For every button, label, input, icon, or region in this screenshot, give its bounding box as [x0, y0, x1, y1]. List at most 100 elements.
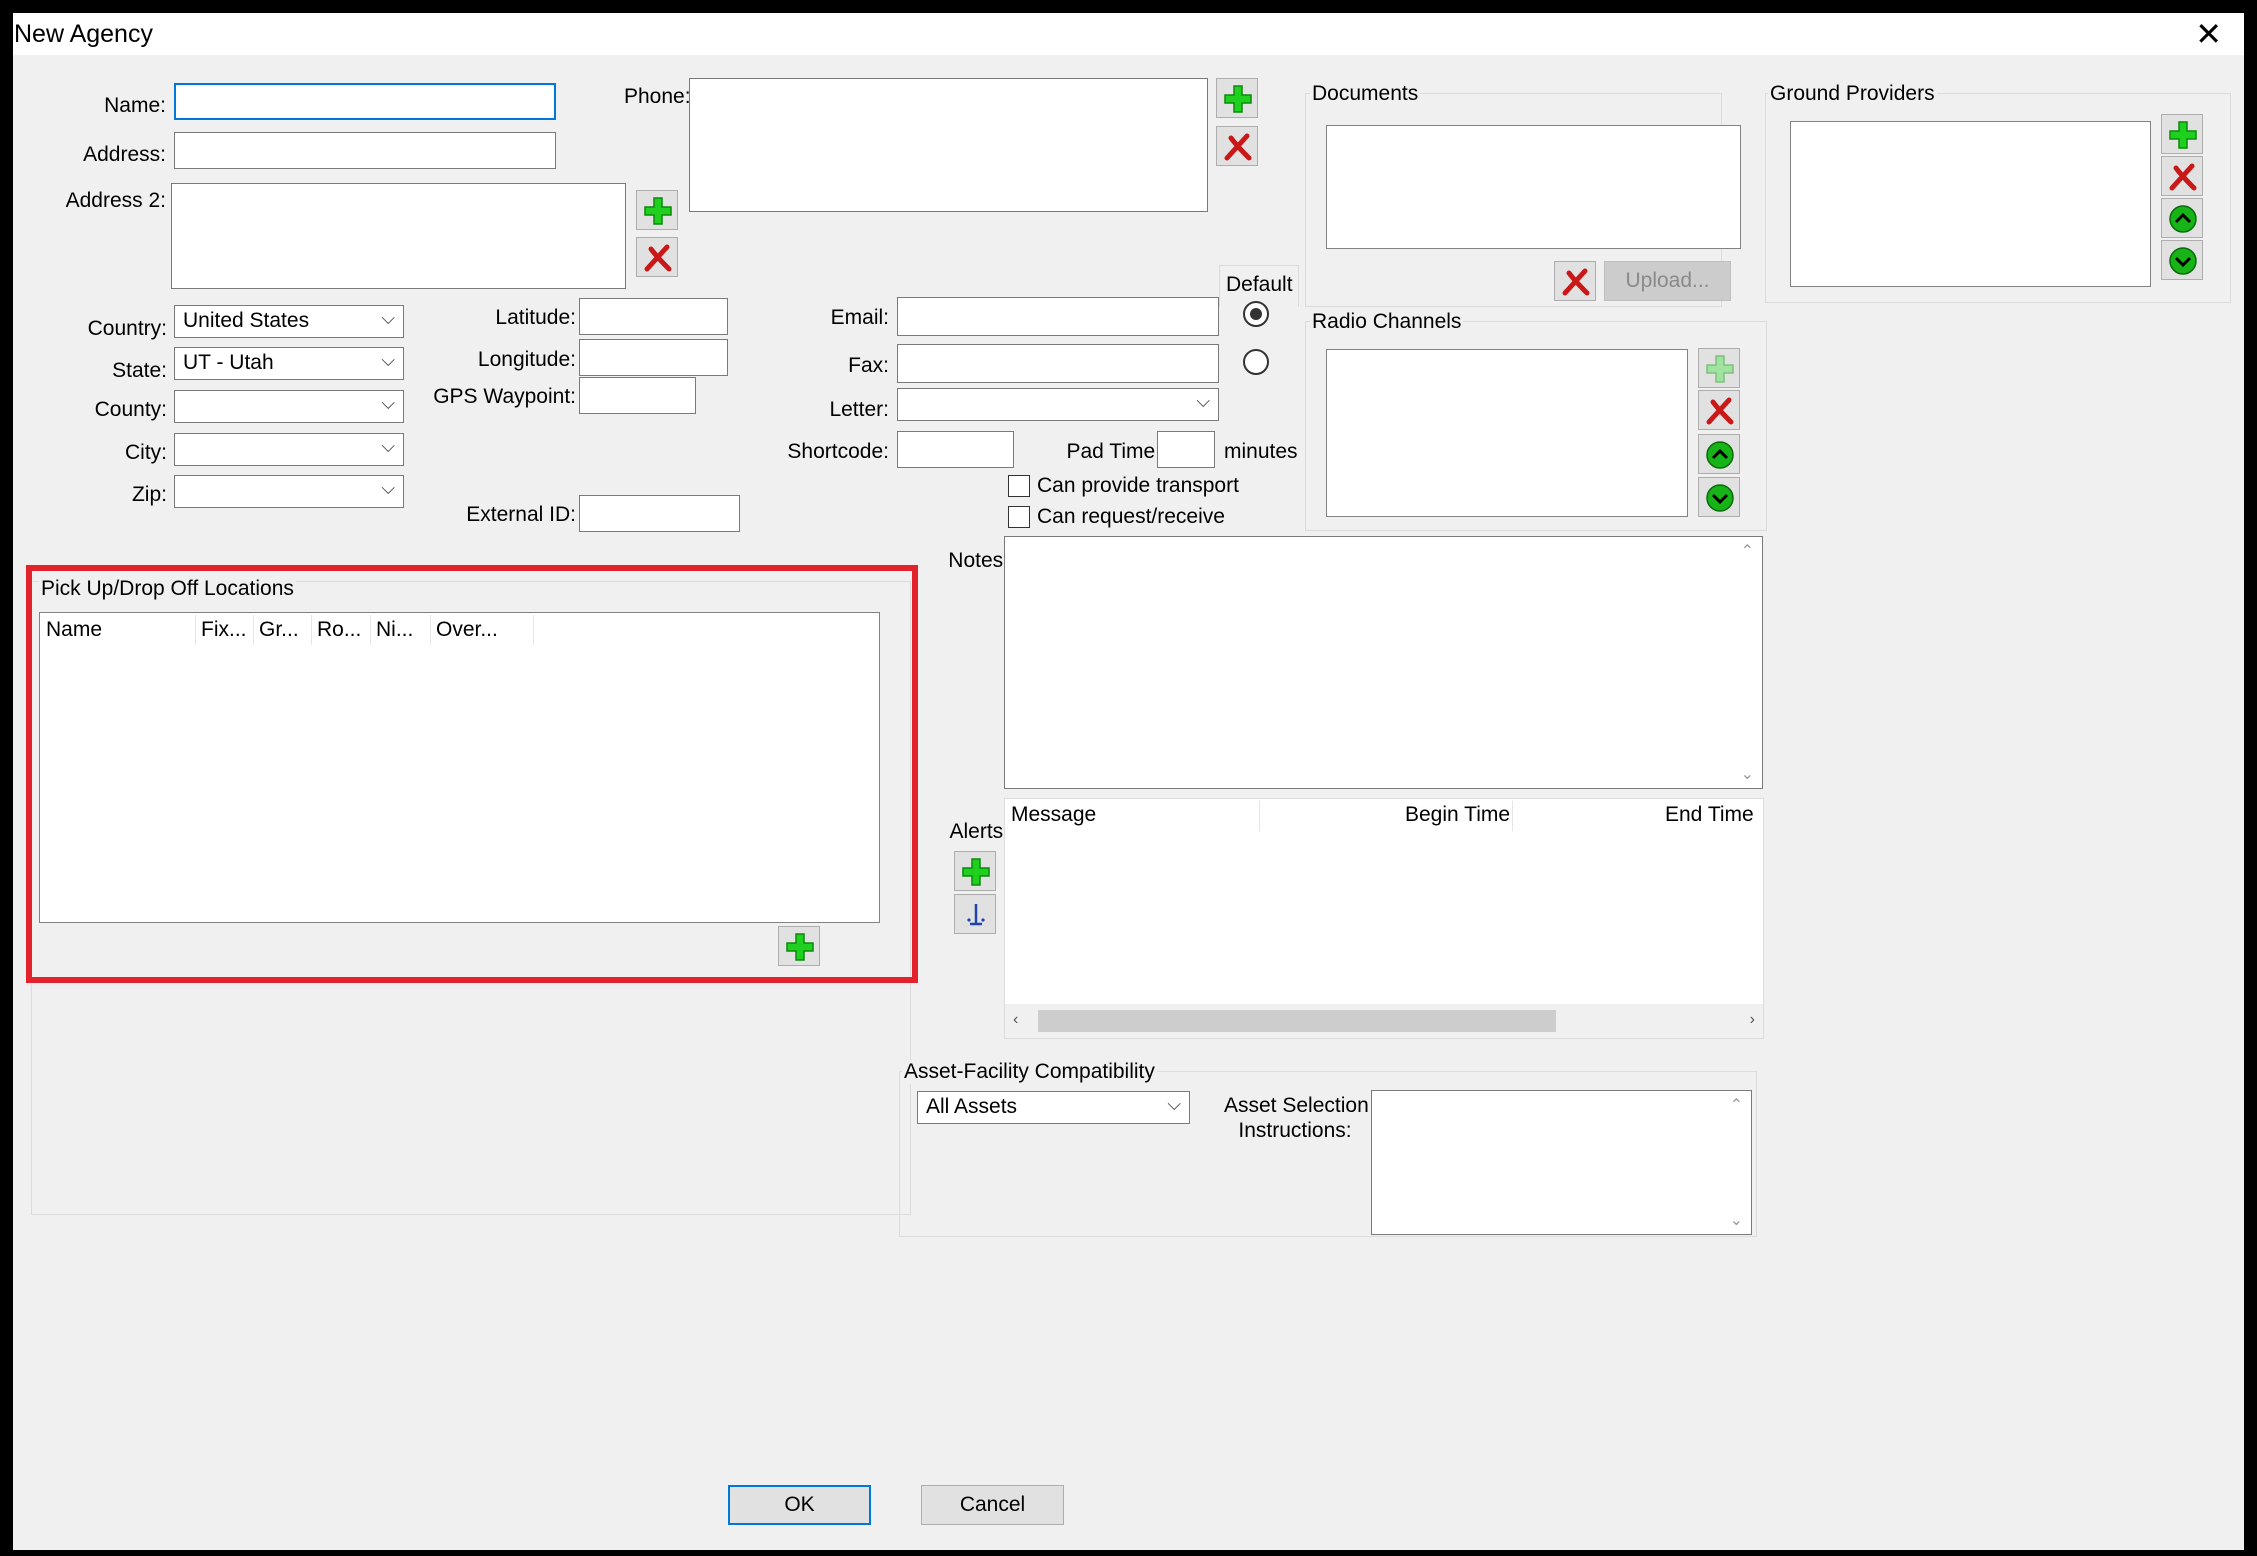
close-icon[interactable]: ✕ — [2195, 15, 2222, 53]
can-request-receive-checkbox[interactable] — [1008, 506, 1030, 528]
arrow-up-icon — [1705, 440, 1735, 470]
cancel-button[interactable]: Cancel — [921, 1485, 1064, 1525]
documents-list[interactable] — [1326, 125, 1741, 249]
phone-list[interactable] — [689, 78, 1208, 212]
asset-select[interactable]: All Assets ⌵ — [917, 1091, 1190, 1124]
window-title: New Agency — [14, 20, 153, 48]
move-down-ground-provider-button[interactable] — [2161, 240, 2203, 280]
longitude-input[interactable] — [579, 339, 728, 376]
email-input[interactable] — [897, 297, 1219, 336]
name-label: Name: — [104, 94, 166, 117]
scroll-up-icon[interactable]: ⌃ — [1730, 1095, 1743, 1115]
col-separator — [311, 615, 312, 645]
scroll-down-icon[interactable]: ⌄ — [1741, 764, 1754, 784]
chevron-down-icon: ⌵ — [381, 393, 395, 413]
col-separator — [253, 615, 254, 645]
move-up-radio-channel-button[interactable] — [1698, 434, 1740, 474]
plus-icon — [643, 196, 673, 226]
can-provide-transport-checkbox[interactable] — [1008, 475, 1030, 497]
country-value: United States — [183, 309, 310, 332]
asset-instructions-textarea[interactable]: ⌃ ⌄ — [1371, 1090, 1752, 1235]
letter-select[interactable]: ⌵ — [897, 388, 1219, 421]
alerts-col-message[interactable]: Message — [1011, 803, 1096, 827]
remove-document-button[interactable] — [1554, 261, 1596, 301]
scroll-left-icon[interactable]: ‹ — [1013, 1011, 1018, 1029]
col-separator — [533, 615, 534, 645]
can-provide-transport-label: Can provide transport — [1037, 474, 1239, 497]
pickup-col-name[interactable]: Name — [46, 618, 102, 642]
address2-label: Address 2: — [65, 189, 166, 212]
add-radio-channel-button[interactable] — [1698, 348, 1740, 388]
address2-input[interactable] — [171, 183, 626, 289]
horizontal-scrollbar[interactable]: ‹ › — [1005, 1004, 1763, 1038]
name-input[interactable] — [174, 83, 556, 120]
remove-phone-button[interactable] — [1216, 126, 1258, 166]
state-select[interactable]: UT - Utah ⌵ — [174, 347, 404, 380]
x-icon — [2168, 162, 2198, 192]
zip-select[interactable]: ⌵ — [174, 475, 404, 508]
chevron-down-icon: ⌵ — [381, 436, 395, 456]
x-icon — [1223, 132, 1253, 162]
add-address-button[interactable] — [636, 190, 678, 230]
city-select[interactable]: ⌵ — [174, 433, 404, 466]
scrollbar-thumb[interactable] — [1038, 1010, 1556, 1032]
add-phone-button[interactable] — [1216, 78, 1258, 118]
add-ground-provider-button[interactable] — [2161, 114, 2203, 154]
pickup-col-fix[interactable]: Fix... — [201, 618, 247, 642]
alerts-col-begin-time[interactable]: Begin Time — [1405, 803, 1510, 827]
col-separator — [1512, 801, 1513, 831]
scroll-down-icon[interactable]: ⌄ — [1730, 1210, 1743, 1230]
move-up-ground-provider-button[interactable] — [2161, 198, 2203, 238]
edit-alert-button[interactable] — [954, 894, 996, 934]
alerts-table[interactable]: Message Begin Time End Time ‹ › — [1004, 798, 1764, 1039]
default-email-radio[interactable] — [1243, 301, 1269, 327]
country-select[interactable]: United States ⌵ — [174, 305, 404, 338]
radio-channels-group: Radio Channels — [1305, 310, 1767, 531]
plus-icon — [961, 857, 991, 887]
plus-icon — [785, 932, 815, 962]
radio-channels-list[interactable] — [1326, 349, 1688, 517]
pickup-col-gr[interactable]: Gr... — [259, 618, 299, 642]
scroll-right-icon[interactable]: › — [1750, 1011, 1755, 1029]
gps-label: GPS Waypoint: — [433, 385, 576, 408]
pickup-title: Pick Up/Drop Off Locations — [39, 577, 296, 601]
add-alert-button[interactable] — [954, 851, 996, 891]
chevron-down-icon: ⌵ — [381, 478, 395, 498]
shortcode-input[interactable] — [897, 431, 1014, 468]
state-value: UT - Utah — [183, 351, 274, 374]
gps-input[interactable] — [579, 377, 696, 414]
chevron-down-icon: ⌵ — [1196, 391, 1210, 411]
move-down-radio-channel-button[interactable] — [1698, 477, 1740, 517]
external-id-input[interactable] — [579, 495, 740, 532]
fax-label: Fax: — [848, 354, 889, 377]
upload-button[interactable]: Upload... — [1604, 261, 1731, 301]
ok-button[interactable]: OK — [728, 1485, 871, 1525]
pickup-col-ni[interactable]: Ni... — [376, 618, 413, 642]
default-fax-radio[interactable] — [1243, 349, 1269, 375]
alerts-col-end-time[interactable]: End Time — [1665, 803, 1754, 827]
documents-title: Documents — [1310, 82, 1421, 106]
notes-textarea[interactable]: ⌃ ⌄ — [1004, 536, 1763, 789]
email-label: Email: — [830, 306, 889, 329]
add-pickup-location-button[interactable] — [778, 926, 820, 966]
col-separator — [195, 615, 196, 645]
scroll-up-icon[interactable]: ⌃ — [1741, 541, 1754, 561]
external-id-label: External ID: — [466, 503, 576, 526]
ground-providers-title: Ground Providers — [1768, 82, 1937, 106]
latitude-label: Latitude: — [495, 306, 576, 329]
asset-instructions-label-2: Instructions: — [1238, 1119, 1352, 1142]
latitude-input[interactable] — [579, 298, 728, 335]
pad-time-input[interactable] — [1157, 431, 1215, 468]
remove-radio-channel-button[interactable] — [1698, 390, 1740, 430]
address-input[interactable] — [174, 132, 556, 169]
x-icon — [643, 243, 673, 273]
pickup-col-over[interactable]: Over... — [436, 618, 498, 642]
ground-providers-list[interactable] — [1790, 121, 2151, 287]
county-select[interactable]: ⌵ — [174, 390, 404, 423]
pickup-table[interactable]: Name Fix... Gr... Ro... Ni... Over... — [39, 612, 880, 923]
pickup-col-ro[interactable]: Ro... — [317, 618, 361, 642]
remove-ground-provider-button[interactable] — [2161, 156, 2203, 196]
fax-input[interactable] — [897, 344, 1219, 383]
chevron-down-icon: ⌵ — [381, 308, 395, 328]
remove-address-button[interactable] — [636, 237, 678, 277]
